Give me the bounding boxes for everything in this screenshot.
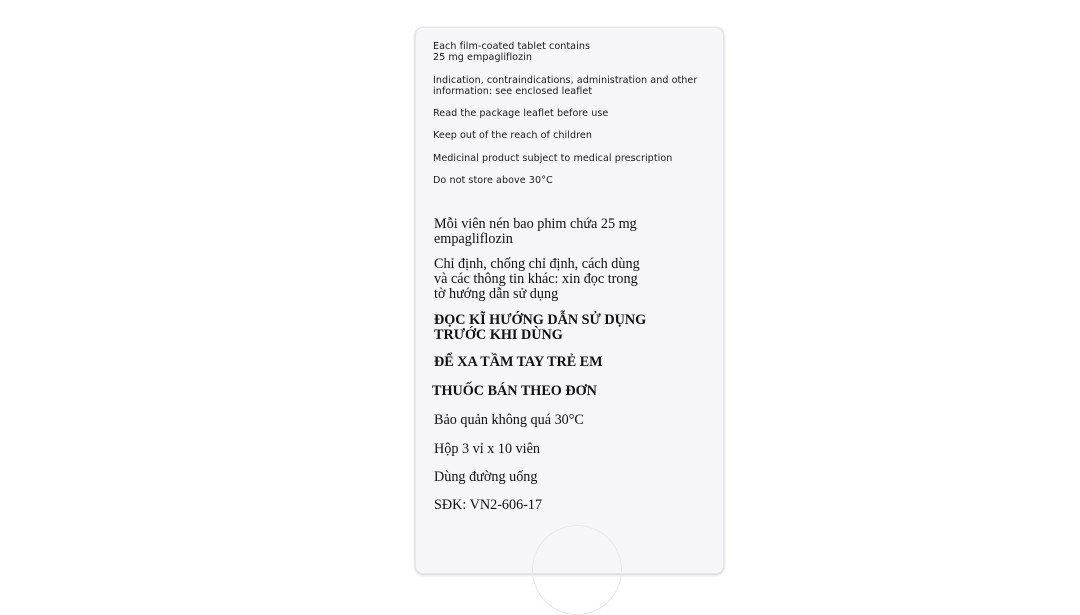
vi-route-text: Dùng đường uống (434, 469, 538, 485)
vi-children-warning-text: ĐỂ XA TẦM TAY TRẺ EM (434, 354, 603, 370)
box-flap-arc (532, 525, 622, 615)
en-children-warning-text: Keep out of the reach of children (433, 130, 592, 141)
vi-read-leaflet-text: ĐỌC KĨ HƯỚNG DẪN SỬ DỤNG TRƯỚC KHI DÙNG (434, 312, 647, 343)
vi-pack-size-text: Hộp 3 vỉ x 10 viên (434, 441, 541, 457)
en-read-leaflet-text: Read the package leaflet before use (433, 108, 609, 119)
vi-indication-text: Chỉ định, chống chỉ định, cách dùng và c… (434, 256, 640, 302)
en-indication-text: Indication, contraindications, administr… (433, 75, 698, 97)
en-storage-text: Do not store above 30°C (433, 175, 553, 186)
vi-storage-text: Bảo quản không quá 30°C (434, 412, 584, 428)
en-prescription-text: Medicinal product subject to medical pre… (433, 153, 673, 164)
vi-composition-text: Mỗi viên nén bao phim chứa 25 mg empagli… (434, 216, 637, 247)
en-composition-text: Each film-coated tablet contains 25 mg e… (433, 41, 591, 63)
vi-prescription-text: THUỐC BÁN THEO ĐƠN (432, 383, 597, 399)
vi-registration-number: SĐK: VN2-606-17 (434, 497, 543, 513)
